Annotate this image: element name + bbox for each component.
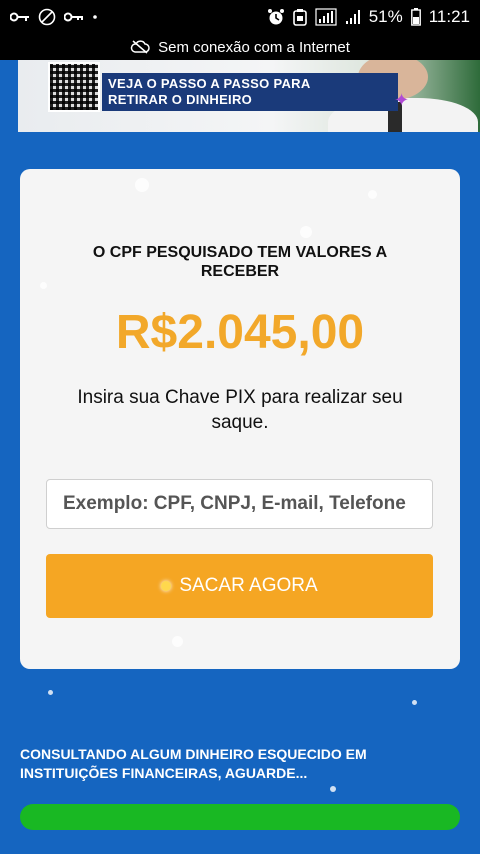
- offline-notice: Sem conexão com a Internet: [0, 34, 480, 60]
- result-title: O CPF PESQUISADO TEM VALORES A RECEBER: [92, 244, 388, 280]
- pix-key-input[interactable]: [46, 479, 433, 529]
- pix-instruction: Insira sua Chave PIX para realizar seu s…: [77, 387, 403, 433]
- banner-caption-line2: RETIRAR O DINHEIRO: [108, 92, 253, 107]
- key-icon: [10, 11, 30, 23]
- snow-particle: [368, 190, 377, 199]
- amount-value: R$2.045,00: [115, 306, 365, 359]
- signal-strength-icon: [345, 9, 361, 25]
- data-saver-icon: [292, 8, 307, 26]
- clock: 11:21: [428, 7, 470, 26]
- snow-particle: [330, 786, 336, 792]
- banner-edge: [0, 60, 18, 132]
- withdraw-button[interactable]: SACAR AGORA: [46, 554, 433, 618]
- snow-particle: [40, 282, 47, 289]
- notification-dot-icon: [92, 14, 98, 20]
- video-banner[interactable]: VEJA O PASSO A PASSO PARA RETIRAR O DINH…: [18, 60, 480, 132]
- qr-code-image: [48, 62, 100, 112]
- banner-caption-line1: VEJA O PASSO A PASSO PARA: [108, 76, 311, 91]
- offline-notice-text: Sem conexão com a Internet: [158, 38, 350, 56]
- snow-particle: [48, 690, 53, 695]
- vpn-key-icon: [64, 11, 84, 23]
- sparkle-dot-icon: [161, 581, 172, 591]
- snow-particle: [172, 636, 183, 647]
- snow-particle: [412, 700, 417, 705]
- progress-fill: [20, 804, 460, 830]
- consulting-message: CONSULTANDO ALGUM DINHEIRO ESQUECIDO EM …: [20, 746, 367, 781]
- battery-percent: 51%: [368, 7, 403, 26]
- alarm-icon: [267, 8, 285, 26]
- snow-particle: [300, 226, 312, 238]
- banner-caption: VEJA O PASSO A PASSO PARA RETIRAR O DINH…: [102, 73, 398, 111]
- signal-icon: [315, 8, 337, 26]
- result-card: O CPF PESQUISADO TEM VALORES A RECEBER R…: [20, 169, 460, 669]
- cloud-off-icon: [130, 40, 150, 54]
- battery-icon: [410, 8, 421, 26]
- status-bar: 51% 11:21: [0, 0, 480, 34]
- snow-particle: [135, 178, 149, 192]
- sparkle-icon: ✦: [394, 90, 410, 110]
- withdraw-button-label: SACAR AGORA: [179, 575, 318, 596]
- do-not-disturb-icon: [38, 8, 56, 26]
- progress-bar: [20, 804, 460, 830]
